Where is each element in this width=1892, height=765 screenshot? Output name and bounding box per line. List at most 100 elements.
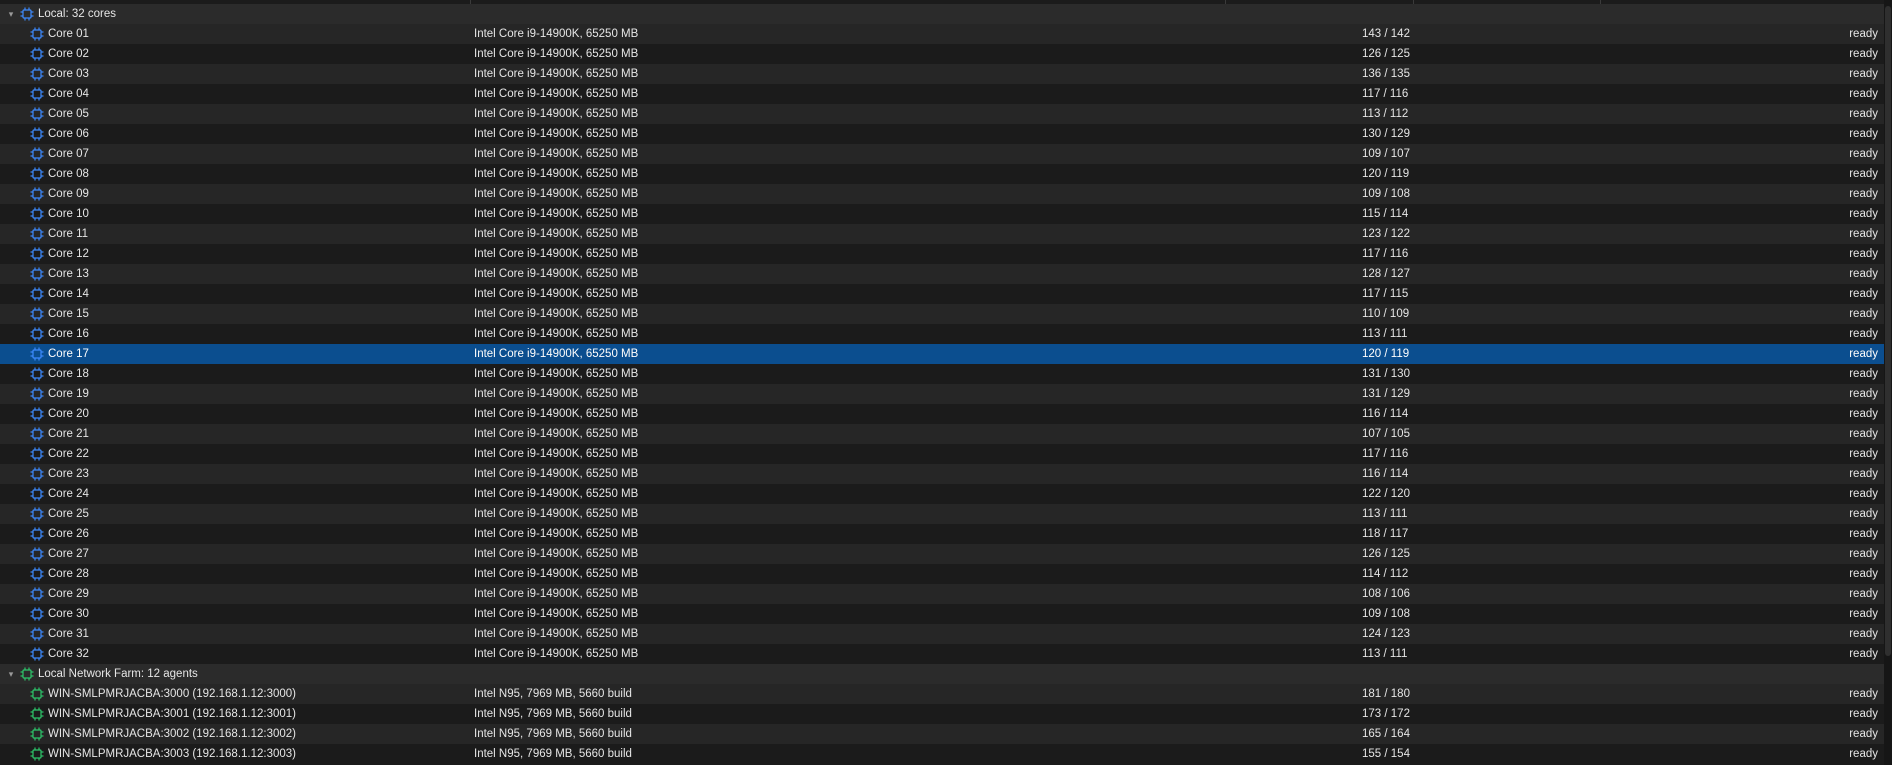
agent-description: Intel Core i9-14900K, 65250 MB: [474, 288, 639, 300]
agent-row[interactable]: Core 28 Intel Core i9-14900K, 65250 MB 114…: [0, 564, 1884, 584]
agent-row[interactable]: Core 11 Intel Core i9-14900K, 65250 MB 123…: [0, 224, 1884, 244]
agent-name: Core 07: [48, 148, 89, 160]
cpu-core-icon: [30, 307, 44, 321]
agent-icon: [30, 207, 44, 221]
agent-icon: [30, 87, 44, 101]
agent-description: Intel Core i9-14900K, 65250 MB: [474, 568, 639, 580]
agent-name: Core 01: [48, 28, 89, 40]
agent-row[interactable]: Core 01 Intel Core i9-14900K, 65250 MB 143…: [0, 24, 1884, 44]
agent-row[interactable]: Core 04 Intel Core i9-14900K, 65250 MB 117…: [0, 84, 1884, 104]
agent-description: Intel Core i9-14900K, 65250 MB: [474, 228, 639, 240]
agent-name: Core 28: [48, 568, 89, 580]
agent-row[interactable]: Core 03 Intel Core i9-14900K, 65250 MB 136…: [0, 64, 1884, 84]
agent-row[interactable]: Core 08 Intel Core i9-14900K, 65250 MB 120…: [0, 164, 1884, 184]
agent-icon: [30, 507, 44, 521]
agent-row[interactable]: Core 30 Intel Core i9-14900K, 65250 MB 109…: [0, 604, 1884, 624]
agent-row[interactable]: Core 16 Intel Core i9-14900K, 65250 MB 113…: [0, 324, 1884, 344]
agent-row[interactable]: Core 12 Intel Core i9-14900K, 65250 MB 117…: [0, 244, 1884, 264]
agent-row[interactable]: WIN-SMLPMRJACBA:3003 (192.168.1.12:3003)…: [0, 744, 1884, 764]
agent-row[interactable]: Core 07 Intel Core i9-14900K, 65250 MB 109…: [0, 144, 1884, 164]
agent-status: ready: [1849, 188, 1878, 200]
agent-row[interactable]: Core 29 Intel Core i9-14900K, 65250 MB 108…: [0, 584, 1884, 604]
agent-load: 117 / 116: [1362, 248, 1409, 260]
agent-icon: [30, 447, 44, 461]
agent-row[interactable]: Core 02 Intel Core i9-14900K, 65250 MB 126…: [0, 44, 1884, 64]
agent-row[interactable]: Core 18 Intel Core i9-14900K, 65250 MB 131…: [0, 364, 1884, 384]
cpu-core-icon: [30, 587, 44, 601]
agent-load: 131 / 130: [1362, 368, 1410, 380]
agent-row[interactable]: Core 32 Intel Core i9-14900K, 65250 MB 113…: [0, 644, 1884, 664]
cpu-chip-icon: [20, 7, 34, 21]
collapse-chevron-icon[interactable]: ▾: [6, 664, 16, 684]
agent-row[interactable]: Core 15 Intel Core i9-14900K, 65250 MB 110…: [0, 304, 1884, 324]
agent-icon: [30, 547, 44, 561]
agent-row[interactable]: Core 20 Intel Core i9-14900K, 65250 MB 116…: [0, 404, 1884, 424]
agent-description: Intel Core i9-14900K, 65250 MB: [474, 468, 639, 480]
agent-status: ready: [1849, 648, 1878, 660]
agent-status: ready: [1849, 208, 1878, 220]
cpu-core-icon: [30, 127, 44, 141]
cpu-core-icon: [30, 87, 44, 101]
cpu-core-icon: [30, 207, 44, 221]
agent-status: ready: [1849, 708, 1878, 720]
agent-load: 113 / 112: [1362, 108, 1409, 120]
agent-status: ready: [1849, 448, 1878, 460]
cpu-core-icon: [30, 47, 44, 61]
agent-row[interactable]: Core 27 Intel Core i9-14900K, 65250 MB 126…: [0, 544, 1884, 564]
agent-status: ready: [1849, 488, 1878, 500]
agent-description: Intel Core i9-14900K, 65250 MB: [474, 588, 639, 600]
agent-load: 110 / 109: [1362, 308, 1410, 320]
agent-row[interactable]: Core 14 Intel Core i9-14900K, 65250 MB 117…: [0, 284, 1884, 304]
agent-row[interactable]: Core 09 Intel Core i9-14900K, 65250 MB 109…: [0, 184, 1884, 204]
agent-row[interactable]: Core 23 Intel Core i9-14900K, 65250 MB 116…: [0, 464, 1884, 484]
agent-description: Intel Core i9-14900K, 65250 MB: [474, 68, 639, 80]
agent-status: ready: [1849, 728, 1878, 740]
agent-name: Core 32: [48, 648, 89, 660]
agent-description: Intel Core i9-14900K, 65250 MB: [474, 208, 639, 220]
agent-name: Core 30: [48, 608, 89, 620]
agent-row[interactable]: WIN-SMLPMRJACBA:3000 (192.168.1.12:3000)…: [0, 684, 1884, 704]
agent-load: 173 / 172: [1362, 708, 1410, 720]
agent-status: ready: [1849, 548, 1878, 560]
agent-row[interactable]: Core 13 Intel Core i9-14900K, 65250 MB 128…: [0, 264, 1884, 284]
agent-description: Intel Core i9-14900K, 65250 MB: [474, 88, 639, 100]
agent-row[interactable]: Core 17 Intel Core i9-14900K, 65250 MB 120…: [0, 344, 1884, 364]
agent-row[interactable]: Core 06 Intel Core i9-14900K, 65250 MB 130…: [0, 124, 1884, 144]
agent-status: ready: [1849, 228, 1878, 240]
agent-row[interactable]: Core 21 Intel Core i9-14900K, 65250 MB 107…: [0, 424, 1884, 444]
agent-description: Intel Core i9-14900K, 65250 MB: [474, 168, 639, 180]
agent-row[interactable]: WIN-SMLPMRJACBA:3002 (192.168.1.12:3002)…: [0, 724, 1884, 744]
scrollbar-thumb[interactable]: [1885, 6, 1891, 656]
agent-icon: [30, 187, 44, 201]
vertical-scrollbar[interactable]: [1884, 0, 1892, 765]
agent-description: Intel Core i9-14900K, 65250 MB: [474, 368, 639, 380]
agent-description: Intel Core i9-14900K, 65250 MB: [474, 248, 639, 260]
agent-row[interactable]: Core 25 Intel Core i9-14900K, 65250 MB 113…: [0, 504, 1884, 524]
agent-row[interactable]: Core 10 Intel Core i9-14900K, 65250 MB 115…: [0, 204, 1884, 224]
agent-row[interactable]: Core 05 Intel Core i9-14900K, 65250 MB 113…: [0, 104, 1884, 124]
agent-name: Core 15: [48, 308, 89, 320]
agent-load: 109 / 108: [1362, 608, 1410, 620]
agent-row[interactable]: WIN-SMLPMRJACBA:3001 (192.168.1.12:3001)…: [0, 704, 1884, 724]
agent-description: Intel Core i9-14900K, 65250 MB: [474, 48, 639, 60]
group-header[interactable]: ▾ Local Network Farm: 12 agents: [0, 664, 1884, 684]
agent-status: ready: [1849, 608, 1878, 620]
agent-row[interactable]: Core 19 Intel Core i9-14900K, 65250 MB 131…: [0, 384, 1884, 404]
agent-icon: [30, 127, 44, 141]
agent-icon: [30, 287, 44, 301]
cpu-core-icon: [30, 147, 44, 161]
agent-load: 115 / 114: [1362, 208, 1409, 220]
group-header[interactable]: ▾ Local: 32 cores: [0, 4, 1884, 24]
agent-load: 130 / 129: [1362, 128, 1410, 140]
agent-row[interactable]: Core 26 Intel Core i9-14900K, 65250 MB 118…: [0, 524, 1884, 544]
collapse-chevron-icon[interactable]: ▾: [6, 4, 16, 24]
agent-row[interactable]: Core 22 Intel Core i9-14900K, 65250 MB 117…: [0, 444, 1884, 464]
agent-row[interactable]: Core 31 Intel Core i9-14900K, 65250 MB 124…: [0, 624, 1884, 644]
agent-status: ready: [1849, 288, 1878, 300]
agent-row[interactable]: Core 24 Intel Core i9-14900K, 65250 MB 122…: [0, 484, 1884, 504]
agent-status: ready: [1849, 408, 1878, 420]
agent-name: Core 31: [48, 628, 89, 640]
agent-status: ready: [1849, 88, 1878, 100]
group-icon: [20, 7, 34, 21]
cpu-core-icon: [30, 187, 44, 201]
